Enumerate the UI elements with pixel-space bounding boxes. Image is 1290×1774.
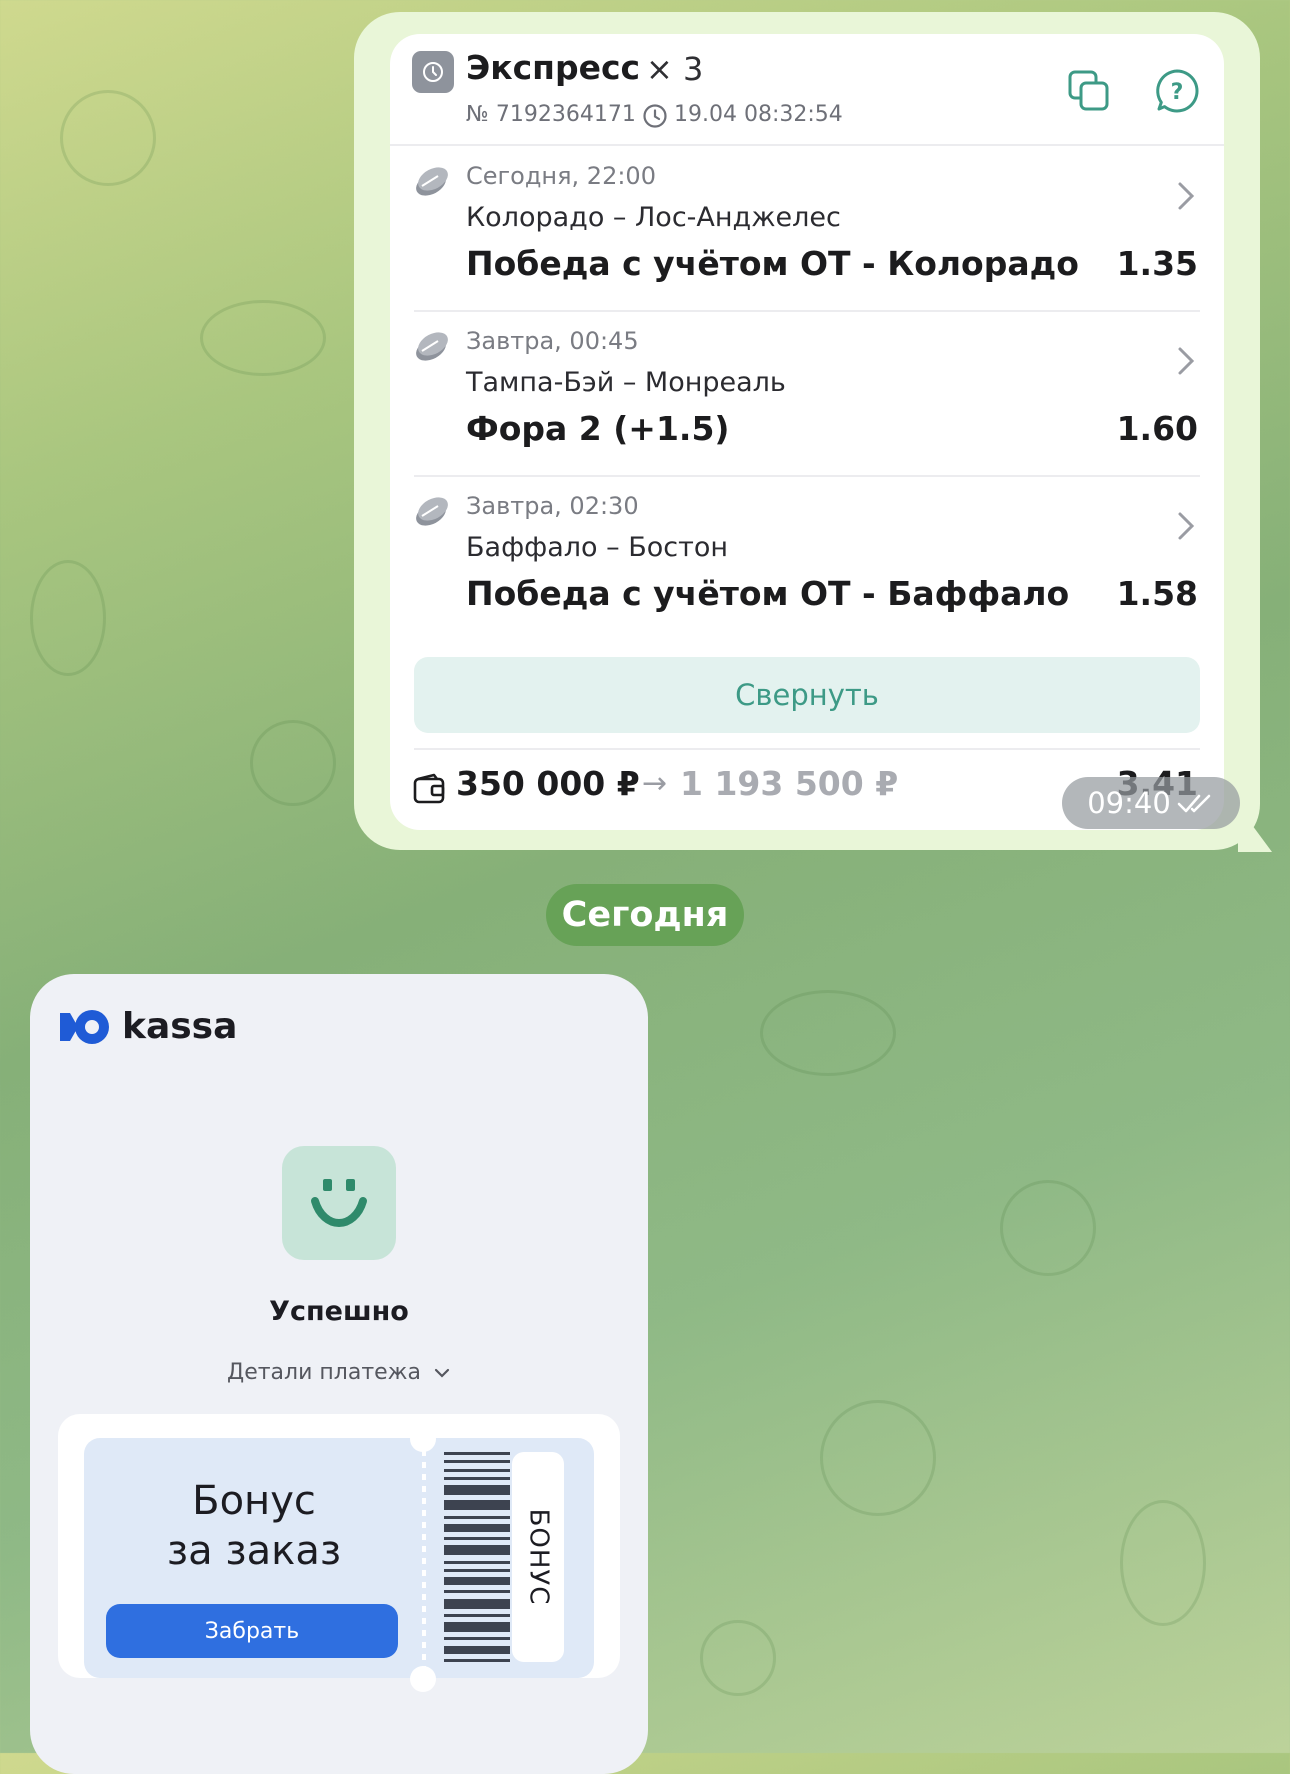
chevron-right-icon: [1178, 512, 1195, 540]
event-market: Фора 2 (+1.5): [466, 409, 730, 448]
bonus-title-line: за заказ: [166, 1528, 342, 1574]
bonus-title: Бонус за заказ: [84, 1476, 424, 1576]
ticket-notch: [410, 1426, 436, 1452]
clock-badge-icon: [412, 51, 454, 93]
arrow-right-icon: →: [642, 766, 668, 801]
bet-event-row[interactable]: Сегодня, 22:00 Колорадо – Лос-Анджелес П…: [390, 146, 1224, 311]
chevron-right-icon: [1178, 182, 1195, 210]
doodle: [700, 1620, 776, 1696]
smile-icon: [282, 1146, 396, 1260]
event-market: Победа с учётом ОТ - Баффало: [466, 574, 1070, 613]
ticket-perforation: [422, 1438, 426, 1678]
doodle: [250, 720, 336, 806]
hockey-puck-icon: [416, 167, 448, 196]
hockey-puck-icon: [416, 497, 448, 526]
event-odds: 1.60: [1116, 409, 1198, 448]
svg-text:?: ?: [1171, 80, 1184, 105]
bet-card[interactable]: Экспресс × 3 № 7192364171 19.04 08:32:54…: [390, 34, 1224, 830]
wallet-icon: [413, 773, 445, 804]
bonus-tag: БОНУС: [512, 1452, 564, 1662]
chevron-down-icon: [434, 1368, 450, 1378]
claim-bonus-button[interactable]: Забрать: [106, 1604, 398, 1658]
barcode-icon: [444, 1452, 510, 1662]
event-odds: 1.35: [1116, 244, 1198, 283]
chevron-right-icon: [1178, 347, 1195, 375]
doodle: [760, 990, 896, 1076]
payment-details-label: Детали платежа: [227, 1360, 421, 1385]
event-teams: Тампа-Бэй – Монреаль: [466, 367, 786, 398]
hockey-puck-icon: [416, 332, 448, 361]
message-time-pill: 09:40: [1062, 777, 1240, 829]
ticket-notch: [410, 1666, 436, 1692]
kassa-logo-text: kassa: [122, 1006, 238, 1047]
doodle: [1000, 1180, 1096, 1276]
date-separator: Сегодня: [546, 884, 744, 946]
doodle: [30, 560, 106, 676]
event-odds: 1.58: [1116, 574, 1198, 613]
event-date: Завтра, 02:30: [466, 492, 639, 520]
event-market: Победа с учётом ОТ - Колорадо: [466, 244, 1079, 283]
event-teams: Баффало – Бостон: [466, 532, 729, 563]
bet-multiplier: × 3: [646, 50, 704, 88]
event-date: Сегодня, 22:00: [466, 162, 656, 190]
payment-status: Успешно: [269, 1296, 409, 1327]
doodle: [200, 300, 326, 376]
bet-event-row[interactable]: Завтра, 00:45 Тампа-Бэй – Монреаль Фора …: [390, 311, 1224, 476]
bet-number: № 7192364171: [466, 102, 636, 127]
bet-type-title: Экспресс: [466, 48, 641, 87]
doodle: [1120, 1500, 1206, 1626]
bet-timestamp: 19.04 08:32:54: [674, 102, 843, 127]
doodle: [820, 1400, 936, 1516]
bonus-ticket-stub: БОНУС: [424, 1438, 594, 1678]
double-check-icon: [1177, 794, 1211, 813]
message-time: 09:40: [1087, 786, 1171, 820]
bet-stake: 350 000 ₽: [456, 764, 640, 803]
help-icon[interactable]: ?: [1148, 62, 1206, 120]
bubble-tail: [1238, 806, 1272, 852]
incoming-image-message[interactable]: kassa Успешно Детали платежа Бонус за за…: [30, 974, 648, 1774]
yoomoney-logo-icon: [60, 1009, 109, 1044]
clock-icon: [643, 104, 667, 128]
payment-details-toggle[interactable]: Детали платежа: [30, 1360, 648, 1385]
bonus-title-line: Бонус: [192, 1478, 316, 1524]
bet-card-header: Экспресс × 3 № 7192364171 19.04 08:32:54…: [390, 34, 1224, 144]
bet-event-row[interactable]: Завтра, 02:30 Баффало – Бостон Победа с …: [390, 476, 1224, 641]
collapse-button[interactable]: Свернуть: [414, 657, 1200, 733]
bet-payout: 1 193 500 ₽: [680, 764, 899, 803]
divider: [414, 748, 1200, 750]
bonus-tag-text: БОНУС: [523, 1508, 554, 1606]
kassa-logo: kassa: [56, 1006, 237, 1047]
doodle: [60, 90, 156, 186]
bonus-ticket: Бонус за заказ Забрать: [84, 1438, 424, 1678]
bonus-promo: Бонус за заказ Забрать БОНУС: [58, 1414, 620, 1692]
event-teams: Колорадо – Лос-Анджелес: [466, 202, 841, 233]
copy-icon[interactable]: [1060, 62, 1118, 120]
event-date: Завтра, 00:45: [466, 327, 639, 355]
